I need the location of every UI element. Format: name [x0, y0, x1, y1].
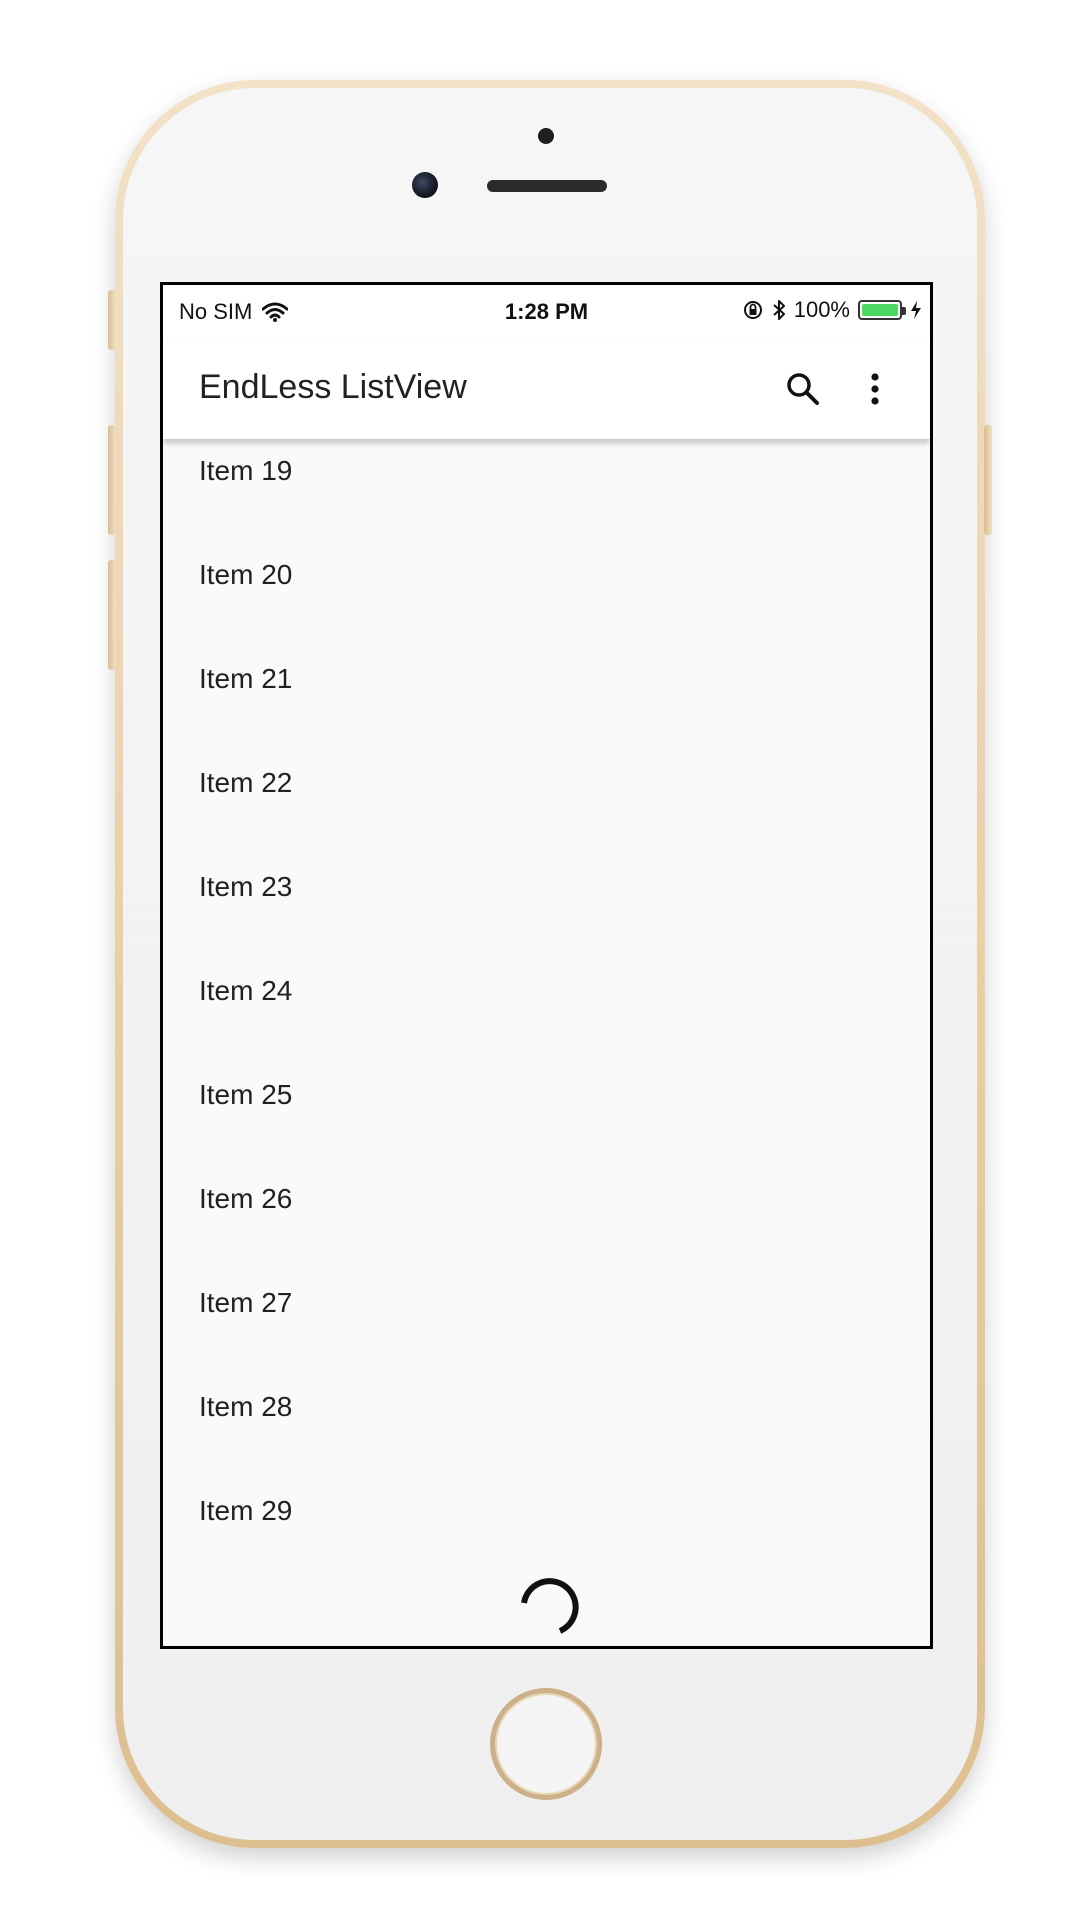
battery-icon — [858, 300, 906, 320]
proximity-sensor — [538, 128, 554, 144]
list-item[interactable]: Item 28 — [163, 1375, 930, 1479]
list-item-label: Item 25 — [199, 1079, 293, 1110]
list-item[interactable]: Item 19 — [163, 439, 930, 543]
list-item[interactable]: Item 22 — [163, 751, 930, 855]
screen: No SIM 1:28 PM 100% EndLess ListView Ite… — [160, 282, 933, 1649]
list-item-label: Item 27 — [199, 1287, 293, 1318]
charging-bolt-icon — [911, 301, 921, 319]
silent-switch — [108, 290, 116, 350]
more-vert-icon[interactable] — [863, 369, 887, 409]
list-item[interactable]: Item 25 — [163, 1063, 930, 1167]
list-item-label: Item 24 — [199, 975, 293, 1006]
list-item-label: Item 21 — [199, 663, 293, 694]
list-item[interactable]: Item 23 — [163, 855, 930, 959]
search-icon[interactable] — [783, 369, 823, 409]
progress-spinner-icon — [521, 1578, 579, 1634]
list-item-label: Item 26 — [199, 1183, 293, 1214]
volume-up-button — [108, 425, 116, 535]
list-item[interactable]: Item 20 — [163, 543, 930, 647]
battery-level — [862, 304, 898, 316]
volume-down-button — [108, 560, 116, 670]
list-item-label: Item 23 — [199, 871, 293, 902]
rotation-lock-icon — [743, 301, 762, 319]
list-item[interactable]: Item 29 — [163, 1479, 930, 1583]
home-button[interactable] — [490, 1688, 602, 1800]
list-item[interactable]: Item 26 — [163, 1167, 930, 1271]
battery-percent: 100% — [793, 297, 850, 322]
list-item-label: Item 28 — [199, 1391, 293, 1422]
list-item-label: Item 19 — [199, 455, 293, 486]
earpiece-speaker — [487, 180, 607, 192]
list-item[interactable]: Item 21 — [163, 647, 930, 751]
battery-cap — [902, 307, 906, 315]
list-item-label: Item 20 — [199, 559, 293, 590]
list-item[interactable]: Item 24 — [163, 959, 930, 1063]
page-title: EndLess ListView — [199, 368, 467, 406]
status-right: 100% — [742, 297, 922, 323]
list-item-label: Item 22 — [199, 767, 293, 798]
bluetooth-icon — [773, 300, 785, 320]
app-bar: EndLess ListView — [163, 341, 930, 439]
front-camera-icon — [412, 172, 438, 198]
list-item[interactable]: Item 27 — [163, 1271, 930, 1375]
list-item-label: Item 29 — [199, 1495, 293, 1526]
power-button — [984, 425, 992, 535]
status-bar: No SIM 1:28 PM 100% — [163, 285, 930, 341]
